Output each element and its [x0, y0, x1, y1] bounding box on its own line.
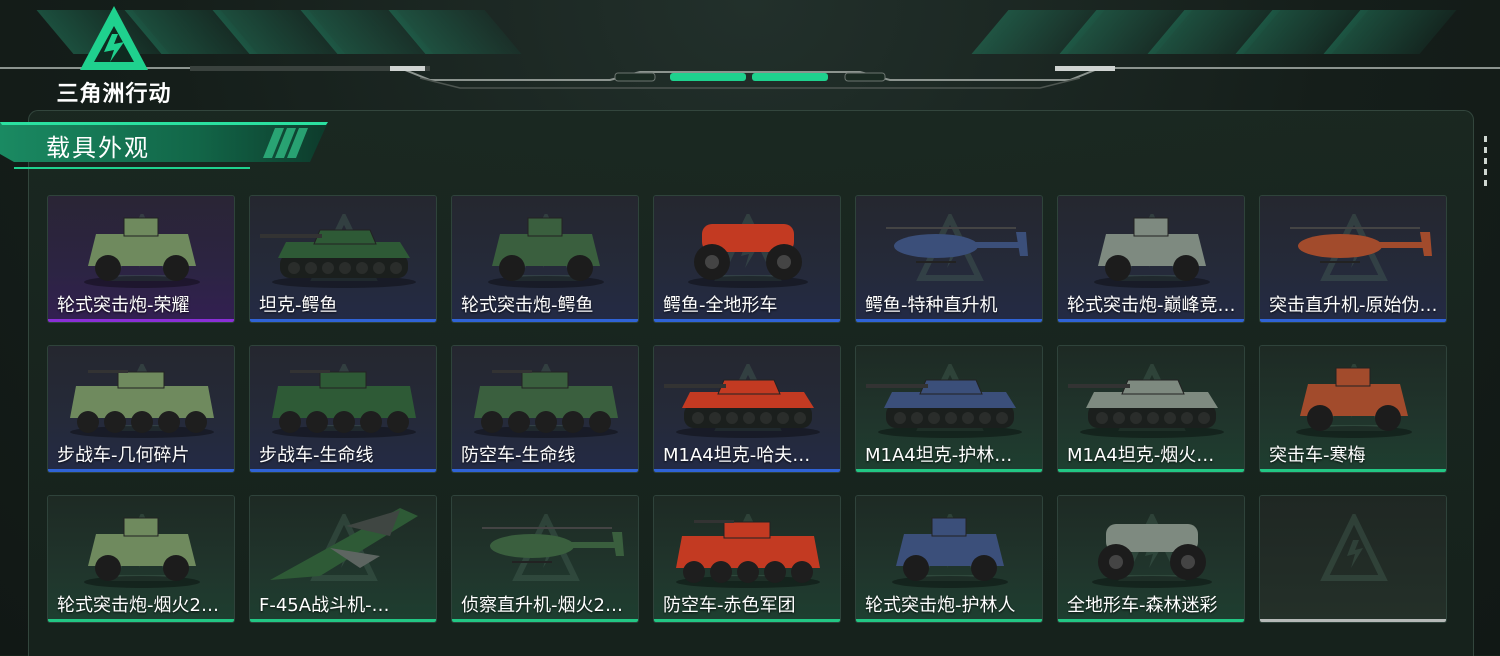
vehicle-skin-card[interactable]: 全地形车-森林迷彩 [1057, 495, 1245, 623]
vehicle-skin-name: 侦察直升机-烟火2… [461, 595, 623, 616]
rarity-bar [48, 619, 234, 622]
vehicle-skin-name: M1A4坦克-烟火… [1067, 445, 1215, 466]
rarity-bar [856, 469, 1042, 472]
vehicle-skin-card[interactable]: 防空车-生命线 [451, 345, 639, 473]
rarity-bar [452, 619, 638, 622]
vehicle-skin-card[interactable]: 侦察直升机-烟火2… [451, 495, 639, 623]
vehicle-skin-name: M1A4坦克-哈夫… [663, 445, 811, 466]
vehicle-skin-name: 步战车-生命线 [259, 445, 374, 466]
vehicle-skin-card[interactable]: F-45A战斗机-… [249, 495, 437, 623]
rarity-bar [452, 319, 638, 322]
vehicle-skin-name: 鳄鱼-特种直升机 [865, 295, 998, 316]
rarity-bar [1260, 319, 1446, 322]
vehicle-skin-name: 突击直升机-原始伪… [1269, 295, 1438, 316]
vehicle-skin-card[interactable]: M1A4坦克-护林… [855, 345, 1043, 473]
rarity-bar [654, 619, 840, 622]
header: 三角洲行动 [0, 0, 1500, 107]
header-divider [0, 66, 1500, 89]
rarity-bar [654, 319, 840, 322]
vehicle-skin-name: 轮式突击炮-巅峰竞… [1067, 295, 1236, 316]
header-stripes-right [971, 10, 1457, 54]
rarity-bar [250, 619, 436, 622]
section-title: 载具外观 [46, 134, 150, 162]
brand-logo: 三角洲行动 [44, 4, 184, 107]
empty-slot[interactable] [1259, 495, 1447, 623]
vehicle-skin-name: M1A4坦克-护林… [865, 445, 1013, 466]
vehicle-skin-name: 突击车-寒梅 [1269, 445, 1366, 466]
vehicle-skin-name: 轮式突击炮-鳄鱼 [461, 295, 594, 316]
rarity-bar [1260, 469, 1446, 472]
vehicle-skin-card[interactable]: 突击直升机-原始伪… [1259, 195, 1447, 323]
vehicle-skin-card[interactable]: 鳄鱼-特种直升机 [855, 195, 1043, 323]
vehicle-skin-card[interactable]: 步战车-几何碎片 [47, 345, 235, 473]
vehicle-skin-card[interactable]: 突击车-寒梅 [1259, 345, 1447, 473]
vehicle-skin-name: 轮式突击炮-护林人 [865, 595, 1016, 616]
rarity-bar [250, 319, 436, 322]
delta-logo-icon [80, 6, 148, 70]
scroll-indicator[interactable] [1484, 136, 1488, 191]
vehicle-skin-name: 防空车-赤色军团 [663, 595, 796, 616]
vehicle-skin-card[interactable]: 坦克-鳄鱼 [249, 195, 437, 323]
vehicle-skin-card[interactable]: 鳄鱼-全地形车 [653, 195, 841, 323]
rarity-bar [48, 469, 234, 472]
vehicle-skin-card[interactable]: 轮式突击炮-巅峰竞… [1057, 195, 1245, 323]
rarity-bar [856, 619, 1042, 622]
vehicle-skin-card[interactable]: M1A4坦克-哈夫… [653, 345, 841, 473]
vehicle-skin-card[interactable]: 步战车-生命线 [249, 345, 437, 473]
vehicle-skin-card[interactable]: 轮式突击炮-护林人 [855, 495, 1043, 623]
rarity-bar [1058, 319, 1244, 322]
vehicle-skin-name: 坦克-鳄鱼 [259, 295, 338, 316]
vehicle-skin-name: 全地形车-森林迷彩 [1067, 595, 1218, 616]
rarity-bar [1058, 469, 1244, 472]
vehicle-skin-card[interactable]: 轮式突击炮-荣耀 [47, 195, 235, 323]
rarity-bar [250, 469, 436, 472]
vehicle-skin-card[interactable]: 轮式突击炮-烟火2… [47, 495, 235, 623]
rarity-bar [1058, 619, 1244, 622]
rarity-bar [48, 319, 234, 322]
vehicle-skin-card[interactable]: 防空车-赤色军团 [653, 495, 841, 623]
vehicle-skin-name: 鳄鱼-全地形车 [663, 295, 778, 316]
rarity-bar [1260, 619, 1446, 622]
vehicle-skin-card[interactable]: 轮式突击炮-鳄鱼 [451, 195, 639, 323]
vehicle-skin-name: 轮式突击炮-荣耀 [57, 295, 190, 316]
vehicle-skin-name: F-45A战斗机-… [259, 595, 390, 616]
vehicle-skin-card[interactable]: M1A4坦克-烟火… [1057, 345, 1245, 473]
brand-name: 三角洲行动 [56, 82, 172, 107]
rarity-bar [452, 469, 638, 472]
vehicle-skin-name: 轮式突击炮-烟火2… [57, 595, 219, 616]
vehicle-skin-name: 步战车-几何碎片 [57, 445, 190, 466]
vehicle-skin-name: 防空车-生命线 [461, 445, 576, 466]
rarity-bar [856, 319, 1042, 322]
rarity-bar [654, 469, 840, 472]
